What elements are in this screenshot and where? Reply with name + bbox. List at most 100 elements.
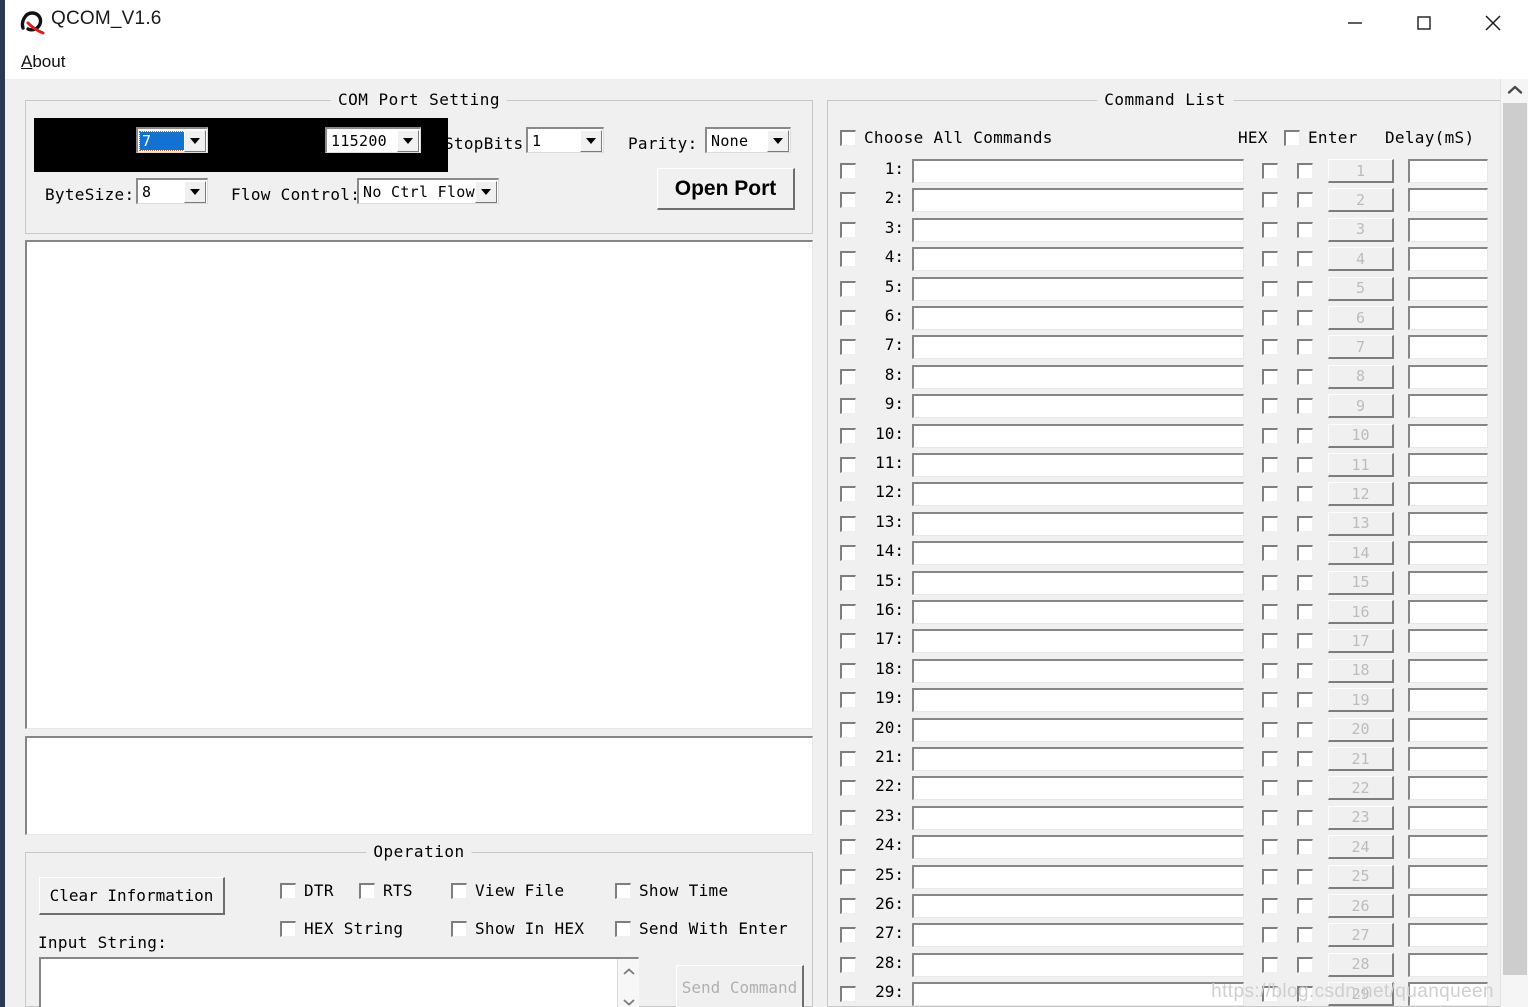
- row-delay-input[interactable]: [1408, 658, 1488, 683]
- row-hex-checkbox[interactable]: [1262, 457, 1278, 473]
- input-string-scrollbar[interactable]: [617, 959, 639, 1007]
- row-send-button[interactable]: 8: [1328, 364, 1394, 389]
- row-delay-input[interactable]: [1408, 306, 1488, 330]
- row-hex-checkbox[interactable]: [1262, 339, 1278, 356]
- row-delay-input[interactable]: [1408, 864, 1488, 889]
- command-input[interactable]: [912, 952, 1244, 977]
- row-select-checkbox[interactable]: [840, 927, 856, 944]
- row-enter-checkbox[interactable]: [1297, 633, 1313, 650]
- row-enter-checkbox[interactable]: [1297, 368, 1313, 385]
- row-select-checkbox[interactable]: [840, 192, 856, 209]
- row-send-button[interactable]: 29: [1328, 982, 1394, 1007]
- command-input[interactable]: [912, 306, 1244, 330]
- main-vertical-scrollbar[interactable]: [1500, 79, 1528, 1007]
- row-delay-input[interactable]: [1408, 159, 1488, 183]
- command-input[interactable]: [912, 335, 1244, 360]
- row-select-checkbox[interactable]: [840, 721, 856, 738]
- command-input[interactable]: [912, 217, 1244, 242]
- row-send-button[interactable]: 10: [1328, 423, 1394, 448]
- checkbox-show-time[interactable]: Show Time: [615, 881, 728, 900]
- input-string-textarea[interactable]: [39, 957, 639, 1007]
- row-select-checkbox[interactable]: [840, 251, 856, 268]
- command-input[interactable]: [912, 982, 1244, 1007]
- row-enter-checkbox[interactable]: [1297, 780, 1313, 797]
- baudrate-combobox[interactable]: 115200: [325, 127, 421, 153]
- row-enter-checkbox[interactable]: [1297, 868, 1313, 885]
- row-enter-checkbox[interactable]: [1297, 398, 1313, 415]
- row-enter-checkbox[interactable]: [1297, 692, 1313, 709]
- row-hex-checkbox[interactable]: [1262, 780, 1278, 797]
- command-input[interactable]: [912, 364, 1244, 389]
- row-delay-input[interactable]: [1408, 952, 1488, 977]
- row-select-checkbox[interactable]: [840, 368, 856, 385]
- open-port-button[interactable]: Open Port: [657, 168, 795, 210]
- row-select-checkbox[interactable]: [840, 574, 856, 591]
- command-input[interactable]: [912, 511, 1244, 536]
- row-send-button[interactable]: 22: [1328, 776, 1394, 801]
- checkbox-box-icon[interactable]: [451, 882, 467, 899]
- command-input[interactable]: [912, 570, 1244, 595]
- row-select-checkbox[interactable]: [840, 280, 856, 297]
- row-delay-input[interactable]: [1408, 923, 1488, 948]
- row-send-button[interactable]: 19: [1328, 688, 1394, 713]
- row-delay-input[interactable]: [1408, 688, 1488, 713]
- row-hex-checkbox[interactable]: [1262, 986, 1278, 1003]
- menu-item-about[interactable]: About: [18, 50, 68, 74]
- stopbits-combobox[interactable]: 1: [526, 127, 604, 153]
- receive-text-area[interactable]: [25, 240, 813, 729]
- row-enter-checkbox[interactable]: [1297, 809, 1313, 826]
- row-send-button[interactable]: 25: [1328, 864, 1394, 889]
- chevron-down-icon[interactable]: [184, 129, 206, 152]
- maximize-button[interactable]: [1389, 0, 1458, 46]
- row-hex-checkbox[interactable]: [1262, 515, 1278, 532]
- row-enter-checkbox[interactable]: [1297, 251, 1313, 268]
- row-enter-checkbox[interactable]: [1297, 898, 1313, 914]
- chevron-down-icon[interactable]: [580, 129, 602, 152]
- row-select-checkbox[interactable]: [840, 662, 856, 679]
- row-hex-checkbox[interactable]: [1262, 545, 1278, 562]
- row-send-button[interactable]: 5: [1328, 276, 1394, 301]
- row-select-checkbox[interactable]: [840, 956, 856, 973]
- checkbox-show-in-hex[interactable]: Show In HEX: [451, 919, 584, 938]
- row-select-checkbox[interactable]: [840, 545, 856, 562]
- row-select-checkbox[interactable]: [840, 604, 856, 620]
- row-select-checkbox[interactable]: [840, 339, 856, 356]
- row-select-checkbox[interactable]: [840, 457, 856, 473]
- row-delay-input[interactable]: [1408, 894, 1488, 918]
- command-input[interactable]: [912, 394, 1244, 419]
- row-enter-checkbox[interactable]: [1297, 721, 1313, 738]
- row-hex-checkbox[interactable]: [1262, 251, 1278, 268]
- row-send-button[interactable]: 3: [1328, 217, 1394, 242]
- row-hex-checkbox[interactable]: [1262, 221, 1278, 238]
- row-send-button[interactable]: 20: [1328, 717, 1394, 742]
- row-delay-input[interactable]: [1408, 511, 1488, 536]
- row-delay-input[interactable]: [1408, 835, 1488, 860]
- row-select-checkbox[interactable]: [840, 163, 856, 179]
- row-hex-checkbox[interactable]: [1262, 310, 1278, 326]
- checkbox-box-icon[interactable]: [615, 920, 631, 937]
- scrollbar-thumb[interactable]: [1503, 103, 1527, 975]
- bytesize-combobox[interactable]: 8: [136, 178, 208, 204]
- command-input[interactable]: [912, 453, 1244, 477]
- row-hex-checkbox[interactable]: [1262, 868, 1278, 885]
- enter-column-checkbox[interactable]: Enter: [1284, 128, 1358, 147]
- row-enter-checkbox[interactable]: [1297, 545, 1313, 562]
- checkbox-box-icon[interactable]: [1284, 129, 1300, 146]
- row-delay-input[interactable]: [1408, 805, 1488, 830]
- row-enter-checkbox[interactable]: [1297, 574, 1313, 591]
- row-delay-input[interactable]: [1408, 335, 1488, 360]
- checkbox-box-icon[interactable]: [615, 882, 631, 899]
- scroll-up-icon[interactable]: [1501, 79, 1528, 101]
- checkbox-box-icon[interactable]: [840, 129, 856, 146]
- command-input[interactable]: [912, 923, 1244, 948]
- flow-control-combobox[interactable]: No Ctrl Flow: [357, 178, 499, 204]
- row-delay-input[interactable]: [1408, 482, 1488, 507]
- row-delay-input[interactable]: [1408, 541, 1488, 566]
- row-select-checkbox[interactable]: [840, 515, 856, 532]
- row-send-button[interactable]: 23: [1328, 805, 1394, 830]
- command-input[interactable]: [912, 864, 1244, 889]
- row-select-checkbox[interactable]: [840, 898, 856, 914]
- row-enter-checkbox[interactable]: [1297, 339, 1313, 356]
- row-select-checkbox[interactable]: [840, 221, 856, 238]
- row-send-button[interactable]: 26: [1328, 894, 1394, 918]
